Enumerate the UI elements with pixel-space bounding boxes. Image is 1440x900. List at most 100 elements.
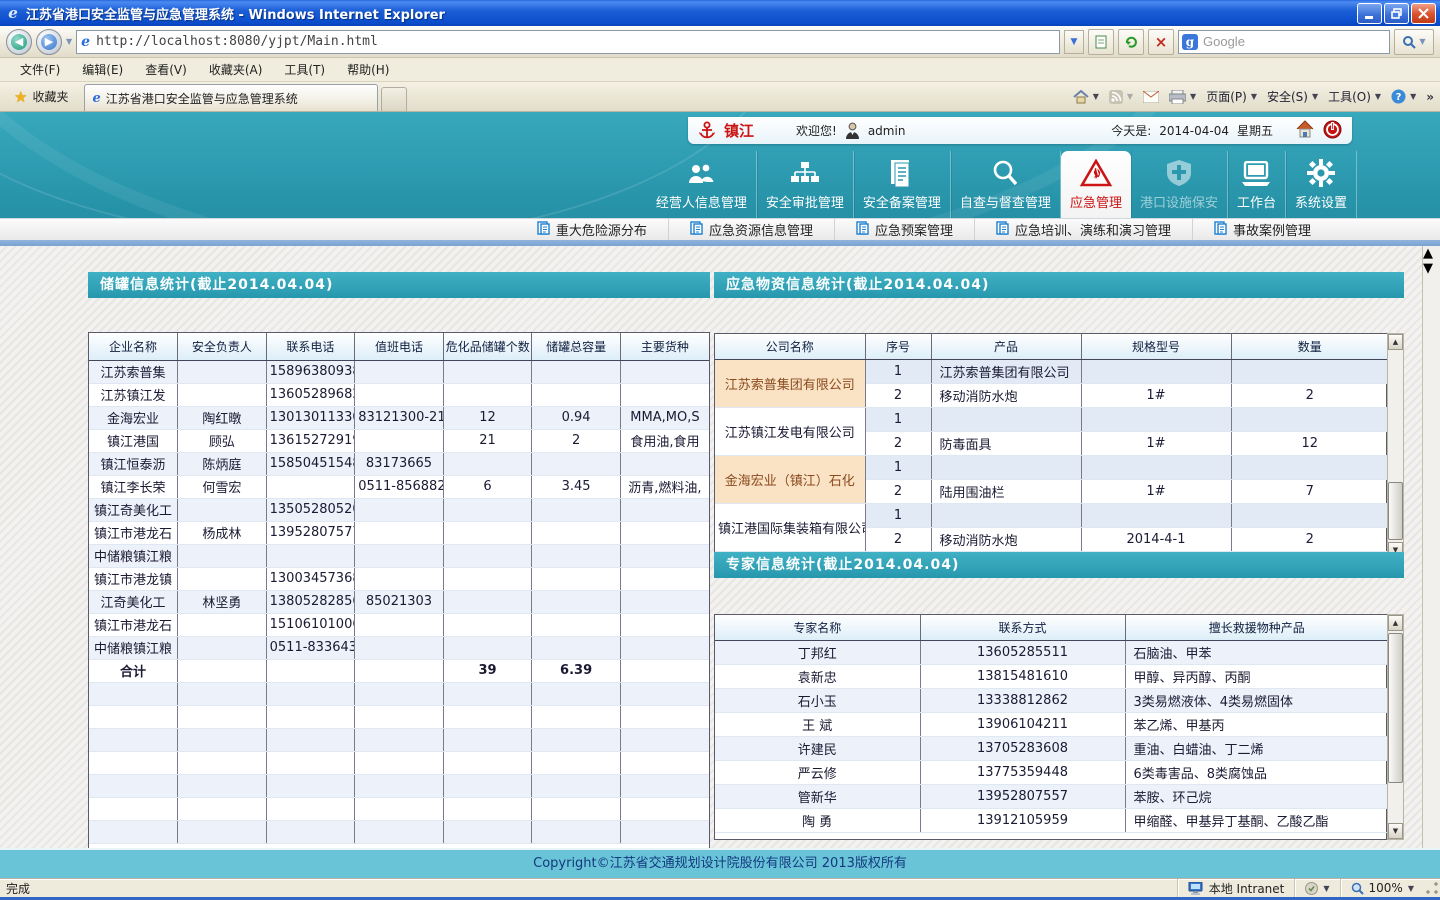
zoom-control[interactable]: 100% ▼ — [1340, 879, 1424, 897]
scroll-down-icon[interactable]: ▼ — [1388, 823, 1403, 839]
resize-grip[interactable] — [1424, 880, 1440, 896]
subnav-item-1[interactable]: 重大危险源分布 — [516, 219, 668, 240]
restore-button[interactable] — [1384, 3, 1409, 24]
experts-scrollbar[interactable]: ▲ ▼ — [1387, 614, 1404, 840]
home-shortcut-button[interactable] — [1295, 120, 1315, 141]
subnav-item-2[interactable]: 应急资源信息管理 — [668, 219, 834, 240]
menu-item[interactable]: 工具(T) — [274, 58, 335, 81]
forward-button[interactable]: ▶ — [36, 29, 62, 55]
cell: 苯乙烯、甲基丙 — [1125, 712, 1388, 736]
cell — [178, 544, 267, 567]
page-menu[interactable]: 页面(P)▼ — [1206, 88, 1257, 105]
nav-item-1[interactable]: 经营人信息管理 — [647, 151, 757, 218]
cell — [355, 567, 444, 590]
column-header: 序号 — [865, 334, 931, 359]
subnav-item-3[interactable]: 应急预案管理 — [834, 219, 974, 240]
cell — [532, 521, 621, 544]
column-header: 规格型号 — [1081, 334, 1231, 359]
scrollbar-thumb[interactable] — [1388, 482, 1403, 540]
cell: 2 — [1231, 527, 1388, 551]
subnav-item-5[interactable]: 事故案例管理 — [1192, 219, 1332, 240]
table-row: 镇江港国顾弘13615272919 212食用油,食用 — [89, 429, 709, 452]
document-icon — [889, 159, 915, 187]
cell — [89, 820, 178, 843]
menu-item[interactable]: 收藏夹(A) — [199, 58, 273, 81]
subnav-item-label: 应急培训、演练和演习管理 — [1015, 220, 1171, 239]
cell — [89, 682, 178, 705]
logout-button[interactable] — [1323, 120, 1342, 142]
nav-item-3[interactable]: 安全备案管理 — [854, 151, 951, 218]
nav-item-5[interactable]: 应急管理 — [1061, 151, 1131, 218]
stop-button[interactable]: × — [1148, 29, 1174, 55]
new-tab-stub[interactable] — [381, 87, 407, 111]
cell — [620, 360, 709, 383]
menu-item[interactable]: 编辑(E) — [72, 58, 133, 81]
minimize-button[interactable] — [1357, 3, 1382, 24]
company-cell: 江苏镇江发电有限公司 — [715, 407, 865, 455]
cell — [355, 751, 444, 774]
cell: 6 — [443, 475, 532, 498]
cell — [266, 820, 355, 843]
menu-item[interactable]: 文件(F) — [10, 58, 70, 81]
nav-item-2[interactable]: 安全审批管理 — [757, 151, 854, 218]
browser-tab[interactable]: e 江苏省港口安全监管与应急管理系统 — [84, 84, 378, 111]
cell — [355, 498, 444, 521]
cell: 13605289682 — [266, 383, 355, 406]
scroll-up-icon[interactable]: ▲ — [1388, 615, 1403, 631]
scroll-up-icon[interactable]: ▲ — [1423, 246, 1433, 261]
protected-mode-button[interactable]: ▼ — [1294, 879, 1339, 897]
scroll-down-icon[interactable]: ▼ — [1423, 261, 1433, 276]
cell — [532, 774, 621, 797]
column-header: 储罐总容量 — [532, 333, 621, 360]
url-input[interactable] — [96, 34, 1057, 49]
scrollbar-thumb[interactable] — [1388, 633, 1403, 783]
cell — [620, 544, 709, 567]
cell — [355, 636, 444, 659]
security-menu[interactable]: 安全(S)▼ — [1267, 88, 1318, 105]
nav-item-6[interactable]: 港口设施保安 — [1131, 151, 1228, 218]
cell: 江苏索普集 — [89, 360, 178, 383]
menu-item[interactable]: 帮助(H) — [337, 58, 399, 81]
page-scrollbar[interactable]: ▲ ▼ — [1422, 246, 1440, 848]
cell — [1231, 455, 1388, 479]
table-row: 江苏镇江发 13605289682 — [89, 383, 709, 406]
column-header: 联系电话 — [266, 333, 355, 360]
overflow-chevron-icon[interactable]: » — [1426, 90, 1434, 104]
back-button[interactable]: ◀ — [6, 29, 32, 55]
compatibility-button[interactable] — [1088, 29, 1114, 55]
nav-item-7[interactable]: 工作台 — [1228, 151, 1286, 218]
refresh-button[interactable] — [1118, 29, 1144, 55]
search-input[interactable] — [1203, 34, 1386, 49]
close-button[interactable] — [1411, 3, 1436, 24]
scroll-up-icon[interactable]: ▲ — [1388, 334, 1403, 350]
print-button[interactable]: ▼ — [1169, 90, 1196, 104]
menu-item[interactable]: 查看(V) — [135, 58, 197, 81]
command-bar: ▼ ▼ ▼ 页面(P)▼ 安全(S)▼ 工具(O)▼ ?▼ » — [1073, 88, 1434, 105]
column-header: 企业名称 — [89, 333, 178, 360]
nav-item-4[interactable]: 自查与督查管理 — [951, 151, 1061, 218]
computer-icon — [1188, 882, 1204, 895]
cell: 13912105959 — [920, 808, 1125, 832]
cell — [620, 452, 709, 475]
supplies-scrollbar[interactable]: ▲ ▼ — [1387, 333, 1404, 559]
nav-item-8[interactable]: 系统设置 — [1286, 151, 1357, 218]
feeds-button[interactable]: ▼ — [1109, 90, 1133, 104]
search-go-button[interactable]: ▼ — [1394, 29, 1434, 55]
cell — [178, 613, 267, 636]
home-button[interactable]: ▼ — [1073, 90, 1099, 104]
cell: 13906104211 — [920, 712, 1125, 736]
tools-menu[interactable]: 工具(O)▼ — [1328, 88, 1381, 105]
cell — [1231, 407, 1388, 431]
table-row: 镇江李长荣何雪宏 0511-85688263.45沥青,燃料油, — [89, 475, 709, 498]
mail-button[interactable] — [1143, 91, 1159, 103]
cell: 13605285511 — [920, 640, 1125, 664]
favorites-button[interactable]: ★ 收藏夹 — [6, 85, 76, 109]
subnav-item-4[interactable]: 应急培训、演练和演习管理 — [974, 219, 1192, 240]
cell — [266, 475, 355, 498]
help-button[interactable]: ?▼ — [1391, 89, 1416, 104]
search-dropdown-icon[interactable]: ▼ — [1419, 37, 1425, 46]
history-dropdown-icon[interactable]: ▼ — [66, 37, 72, 46]
cell: 1# — [1081, 431, 1231, 455]
url-dropdown-button[interactable]: ▼ — [1064, 30, 1084, 54]
cell: 甲缩醛、甲基异丁基酮、乙酸乙酯 — [1125, 808, 1388, 832]
